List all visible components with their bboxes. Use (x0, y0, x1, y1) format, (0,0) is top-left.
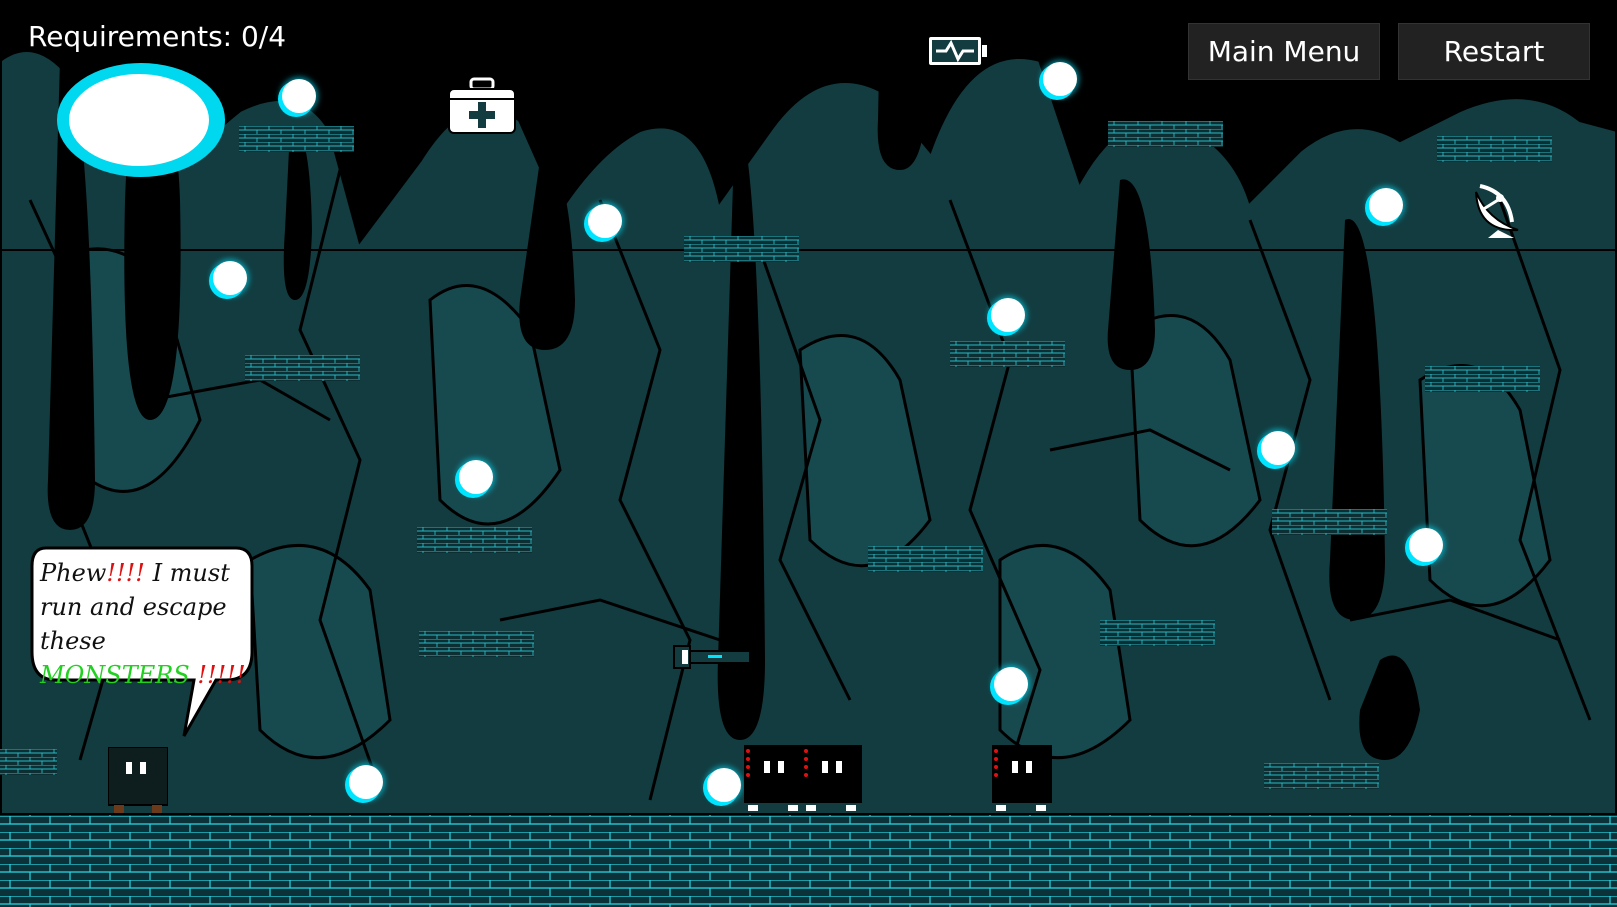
speech-monsters: MONSTERS (40, 661, 190, 689)
speech-part1: Phew (40, 559, 107, 587)
flashlight-icon[interactable] (672, 642, 754, 672)
requirements-counter: Requirements: 0/4 (28, 20, 287, 53)
light-meter-icon (57, 63, 225, 177)
brick-platform (1272, 509, 1387, 535)
brick-floor (0, 815, 1617, 907)
speech-exclaim-1: !!!! (106, 559, 145, 587)
light-orb (349, 765, 383, 799)
brick-platform (868, 546, 983, 572)
battery-icon[interactable] (926, 33, 988, 69)
brick-platform (684, 236, 799, 262)
monster (802, 745, 862, 811)
satellite-dish-icon[interactable] (1468, 172, 1528, 242)
light-orb (994, 667, 1028, 701)
light-orb (1369, 188, 1403, 222)
speech-exclaim-2: !!!!! (189, 661, 246, 689)
brick-platform (1100, 620, 1215, 646)
brick-platform (239, 126, 354, 152)
monster (992, 745, 1052, 811)
game-viewport: Requirements: 0/4 Main Menu Restart Phew (0, 0, 1617, 907)
light-orb (1409, 528, 1443, 562)
restart-button[interactable]: Restart (1398, 23, 1590, 80)
speech-text: Phew!!!! I must run and escape these MON… (40, 556, 250, 692)
medkit-icon[interactable] (447, 77, 517, 135)
light-orb (1043, 62, 1077, 96)
brick-platform (419, 631, 534, 657)
light-orb (459, 460, 493, 494)
brick-platform (1264, 763, 1379, 789)
light-orb (1261, 431, 1295, 465)
brick-platform (417, 527, 532, 553)
main-menu-button[interactable]: Main Menu (1188, 23, 1380, 80)
player-character (108, 747, 168, 813)
brick-platform (1108, 121, 1223, 147)
monster (744, 745, 804, 811)
light-orb (282, 79, 316, 113)
brick-platform (1437, 136, 1552, 162)
light-orb (991, 298, 1025, 332)
brick-platform (1425, 366, 1540, 392)
light-orb (588, 204, 622, 238)
light-orb (213, 261, 247, 295)
light-orb (707, 768, 741, 802)
brick-platform (245, 355, 360, 381)
brick-platform (0, 749, 57, 775)
brick-platform (950, 341, 1065, 367)
